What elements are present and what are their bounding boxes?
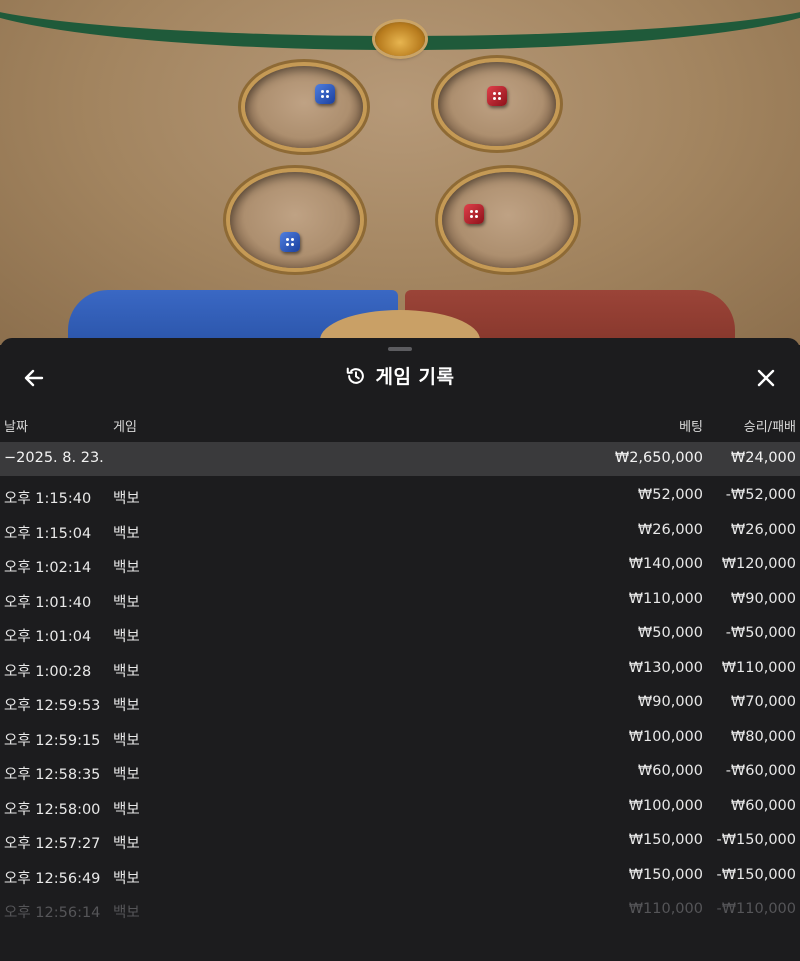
- history-row[interactable]: 오후 1:02:14 백보 ₩140,000 ₩120,000: [0, 549, 800, 584]
- row-win-loss: -₩150,000: [716, 832, 796, 848]
- row-bet: ₩50,000: [637, 625, 703, 641]
- history-list: 오후 1:15:40 백보 ₩52,000 -₩52,000 오후 1:15:0…: [0, 480, 800, 929]
- row-win-loss: ₩80,000: [730, 728, 796, 745]
- row-bet: ₩150,000: [628, 866, 703, 883]
- row-time: 오후 1:15:40: [4, 491, 92, 507]
- history-row[interactable]: 오후 1:00:28 백보 ₩130,000 ₩110,000: [0, 653, 800, 688]
- history-row[interactable]: 오후 1:01:40 백보 ₩110,000 ₩90,000: [0, 584, 800, 619]
- dice-well-top-left: [245, 66, 363, 148]
- row-win-loss: -₩50,000: [725, 625, 796, 641]
- history-row[interactable]: 오후 1:01:04 백보 ₩50,000 -₩50,000: [0, 618, 800, 653]
- column-header-game[interactable]: 게임: [113, 416, 137, 435]
- panel-title: 게임 기록: [0, 362, 800, 389]
- row-win-loss: ₩26,000: [730, 521, 796, 538]
- date-group-row[interactable]: −2025. 8. 23. ₩2,650,000 ₩24,000: [0, 442, 800, 476]
- column-header-win-loss[interactable]: 승리/패배: [744, 416, 796, 435]
- dice-well-bottom-left: [230, 172, 360, 268]
- title-text: 게임 기록: [375, 366, 455, 388]
- row-win-loss: -₩60,000: [725, 763, 796, 779]
- close-button[interactable]: [752, 364, 780, 392]
- panel-header: 게임 기록: [0, 356, 800, 396]
- red-die: [464, 204, 484, 224]
- row-bet: ₩110,000: [628, 901, 703, 917]
- row-time: 오후 12:59:53: [4, 698, 101, 714]
- history-row[interactable]: 오후 12:56:14 백보 ₩110,000 -₩110,000: [0, 894, 800, 929]
- row-time: 오후 1:00:28: [4, 663, 92, 680]
- row-bet: ₩52,000: [637, 487, 703, 503]
- history-row[interactable]: 오후 12:58:35 백보 ₩60,000 -₩60,000: [0, 756, 800, 791]
- history-row[interactable]: 오후 1:15:04 백보 ₩26,000 ₩26,000: [0, 515, 800, 550]
- row-game: 백보: [113, 560, 140, 576]
- row-time: 오후 1:15:04: [4, 525, 92, 542]
- game-history-panel: 게임 기록 날짜 게임 베팅 승리/패배 −2025. 8. 23. ₩2,65…: [0, 338, 800, 961]
- row-time: 오후 12:56:14: [4, 905, 101, 921]
- row-game: 백보: [113, 801, 140, 818]
- row-bet: ₩90,000: [637, 694, 703, 710]
- row-game: 백보: [113, 698, 140, 714]
- date-group-win-loss-total: ₩24,000: [730, 450, 796, 466]
- blue-die: [315, 84, 335, 104]
- history-row[interactable]: 오후 1:15:40 백보 ₩52,000 -₩52,000: [0, 480, 800, 515]
- drag-handle[interactable]: [388, 347, 412, 351]
- date-group-date: −2025. 8. 23.: [4, 450, 104, 466]
- row-game: 백보: [113, 836, 140, 852]
- history-row[interactable]: 오후 12:59:15 백보 ₩100,000 ₩80,000: [0, 722, 800, 757]
- row-time: 오후 1:01:40: [4, 594, 92, 611]
- history-row[interactable]: 오후 12:56:49 백보 ₩150,000 -₩150,000: [0, 860, 800, 895]
- row-time: 오후 12:57:27: [4, 836, 101, 852]
- row-game: 백보: [113, 491, 140, 507]
- row-bet: ₩150,000: [628, 832, 703, 848]
- row-bet: ₩26,000: [637, 521, 703, 538]
- row-time: 오후 12:59:15: [4, 732, 101, 749]
- close-icon: [757, 369, 775, 387]
- row-game: 백보: [113, 732, 140, 749]
- history-row[interactable]: 오후 12:59:53 백보 ₩90,000 ₩70,000: [0, 687, 800, 722]
- row-game: 백보: [113, 525, 140, 542]
- history-row[interactable]: 오후 12:58:00 백보 ₩100,000 ₩60,000: [0, 791, 800, 826]
- blue-die: [280, 232, 300, 252]
- date-group-bet-total: ₩2,650,000: [614, 450, 703, 466]
- column-header-date[interactable]: 날짜: [4, 416, 28, 435]
- red-die: [487, 86, 507, 106]
- game-table: [0, 0, 800, 345]
- row-time: 오후 12:58:00: [4, 801, 101, 818]
- row-time: 오후 1:02:14: [4, 560, 92, 576]
- row-bet: ₩60,000: [637, 763, 703, 779]
- row-game: 백보: [113, 767, 140, 783]
- row-game: 백보: [113, 870, 140, 887]
- history-icon: [347, 367, 365, 384]
- row-bet: ₩100,000: [628, 728, 703, 745]
- column-header-bet[interactable]: 베팅: [679, 416, 703, 435]
- dice-well-top-right: [438, 62, 556, 146]
- row-bet: ₩110,000: [628, 590, 703, 607]
- column-headers: 날짜 게임 베팅 승리/패배: [0, 414, 800, 436]
- row-game: 백보: [113, 594, 140, 611]
- row-win-loss: -₩150,000: [716, 866, 796, 883]
- row-time: 오후 12:58:35: [4, 767, 101, 783]
- history-row[interactable]: 오후 12:57:27 백보 ₩150,000 -₩150,000: [0, 825, 800, 860]
- row-bet: ₩140,000: [628, 556, 703, 572]
- center-dice-cup: [375, 22, 425, 56]
- row-win-loss: -₩52,000: [725, 487, 796, 503]
- row-win-loss: -₩110,000: [716, 901, 796, 917]
- row-win-loss: ₩110,000: [721, 659, 796, 676]
- row-win-loss: ₩70,000: [730, 694, 796, 710]
- row-game: 백보: [113, 629, 140, 645]
- row-win-loss: ₩90,000: [730, 590, 796, 607]
- row-time: 오후 12:56:49: [4, 870, 101, 887]
- row-win-loss: ₩120,000: [721, 556, 796, 572]
- row-time: 오후 1:01:04: [4, 629, 92, 645]
- row-bet: ₩130,000: [628, 659, 703, 676]
- row-win-loss: ₩60,000: [730, 797, 796, 814]
- row-game: 백보: [113, 905, 140, 921]
- dice-well-bottom-right: [442, 172, 574, 268]
- row-bet: ₩100,000: [628, 797, 703, 814]
- row-game: 백보: [113, 663, 140, 680]
